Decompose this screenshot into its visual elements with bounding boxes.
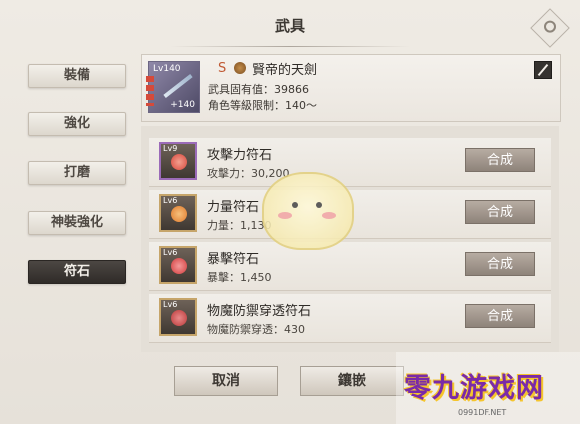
gem-icon [171, 154, 187, 170]
weapon-rank: S [218, 61, 227, 76]
cancel-button[interactable]: 取消 [174, 366, 278, 396]
gem-icon [171, 206, 187, 222]
weapon-switch-icon[interactable] [534, 61, 552, 79]
combine-button[interactable]: 合成 [465, 200, 535, 224]
mascot-eye [316, 202, 322, 208]
runestone-value: 物魔防禦穿透：430 [207, 323, 305, 336]
watermark-logo: 零九游戏网 [404, 373, 544, 404]
gem-icon [171, 258, 187, 274]
inlay-button[interactable]: 鑲嵌 [300, 366, 404, 396]
gem-icon [171, 310, 187, 326]
runestone-value: 暴擊：1,450 [207, 271, 272, 284]
gear-icon [541, 18, 559, 36]
runestone-level: Lv6 [163, 248, 178, 257]
mascot-eye [292, 202, 298, 208]
watermark: 零九游戏网 0991DF.NET [396, 352, 580, 424]
runestone-icon[interactable]: Lv9 [159, 142, 197, 180]
title-bar: 武具 [0, 0, 580, 54]
sword-icon [163, 73, 193, 99]
weapon-dialog: 武具 裝備 強化 打磨 神裝強化 符石 Lv140 +140 S 賢帝的天劍 武… [0, 0, 580, 424]
watermark-url: 0991DF.NET [458, 408, 507, 417]
combine-button[interactable]: 合成 [465, 148, 535, 172]
tab-enhance[interactable]: 強化 [28, 112, 126, 136]
gem-slots [146, 76, 154, 106]
runestone-level: Lv6 [163, 196, 178, 205]
title-divider [170, 46, 410, 47]
weapon-name: 賢帝的天劍 [252, 63, 318, 78]
list-item: Lv6 暴擊符石 暴擊：1,450 合成 [149, 242, 551, 291]
tab-runestone[interactable]: 符石 [28, 260, 126, 284]
runestone-level: Lv6 [163, 300, 178, 309]
list-item: Lv9 攻擊力符石 攻擊力：30,200 合成 [149, 138, 551, 187]
tab-equip[interactable]: 裝備 [28, 64, 126, 88]
mascot-sticker [262, 172, 354, 250]
runestone-name: 暴擊符石 [207, 252, 260, 267]
weapon-fixed-value: 武具固有值：39866 [208, 83, 309, 96]
mascot-cheek [322, 212, 336, 219]
runestone-icon[interactable]: Lv6 [159, 246, 197, 284]
runestone-name: 攻擊力符石 [207, 148, 273, 163]
page-title: 武具 [274, 17, 305, 35]
weapon-info-card: Lv140 +140 S 賢帝的天劍 武具固有值：39866 角色等級限制：14… [141, 54, 561, 122]
combine-button[interactable]: 合成 [465, 304, 535, 328]
runestone-name: 物魔防禦穿透符石 [207, 304, 312, 319]
list-item: Lv6 物魔防禦穿透符石 物魔防禦穿透：430 合成 [149, 294, 551, 343]
runestone-list: Lv9 攻擊力符石 攻擊力：30,200 合成 Lv6 力量符石 力量：1,13… [141, 126, 559, 352]
sword-icon [537, 63, 549, 77]
mascot-cheek [278, 212, 292, 219]
weapon-level: Lv140 [153, 64, 181, 74]
tab-divine-enhance[interactable]: 神裝強化 [28, 211, 126, 235]
runestone-value: 攻擊力：30,200 [207, 167, 290, 180]
weapon-thumbnail[interactable]: Lv140 +140 [146, 61, 200, 113]
medal-icon [234, 62, 246, 74]
weapon-level-limit: 角色等級限制：140～ [208, 99, 317, 112]
tab-polish[interactable]: 打磨 [28, 161, 126, 185]
runestone-icon[interactable]: Lv6 [159, 298, 197, 336]
runestone-level: Lv9 [163, 144, 178, 153]
combine-button[interactable]: 合成 [465, 252, 535, 276]
runestone-name: 力量符石 [207, 200, 260, 215]
weapon-enhance-level: +140 [170, 100, 195, 110]
runestone-icon[interactable]: Lv6 [159, 194, 197, 232]
